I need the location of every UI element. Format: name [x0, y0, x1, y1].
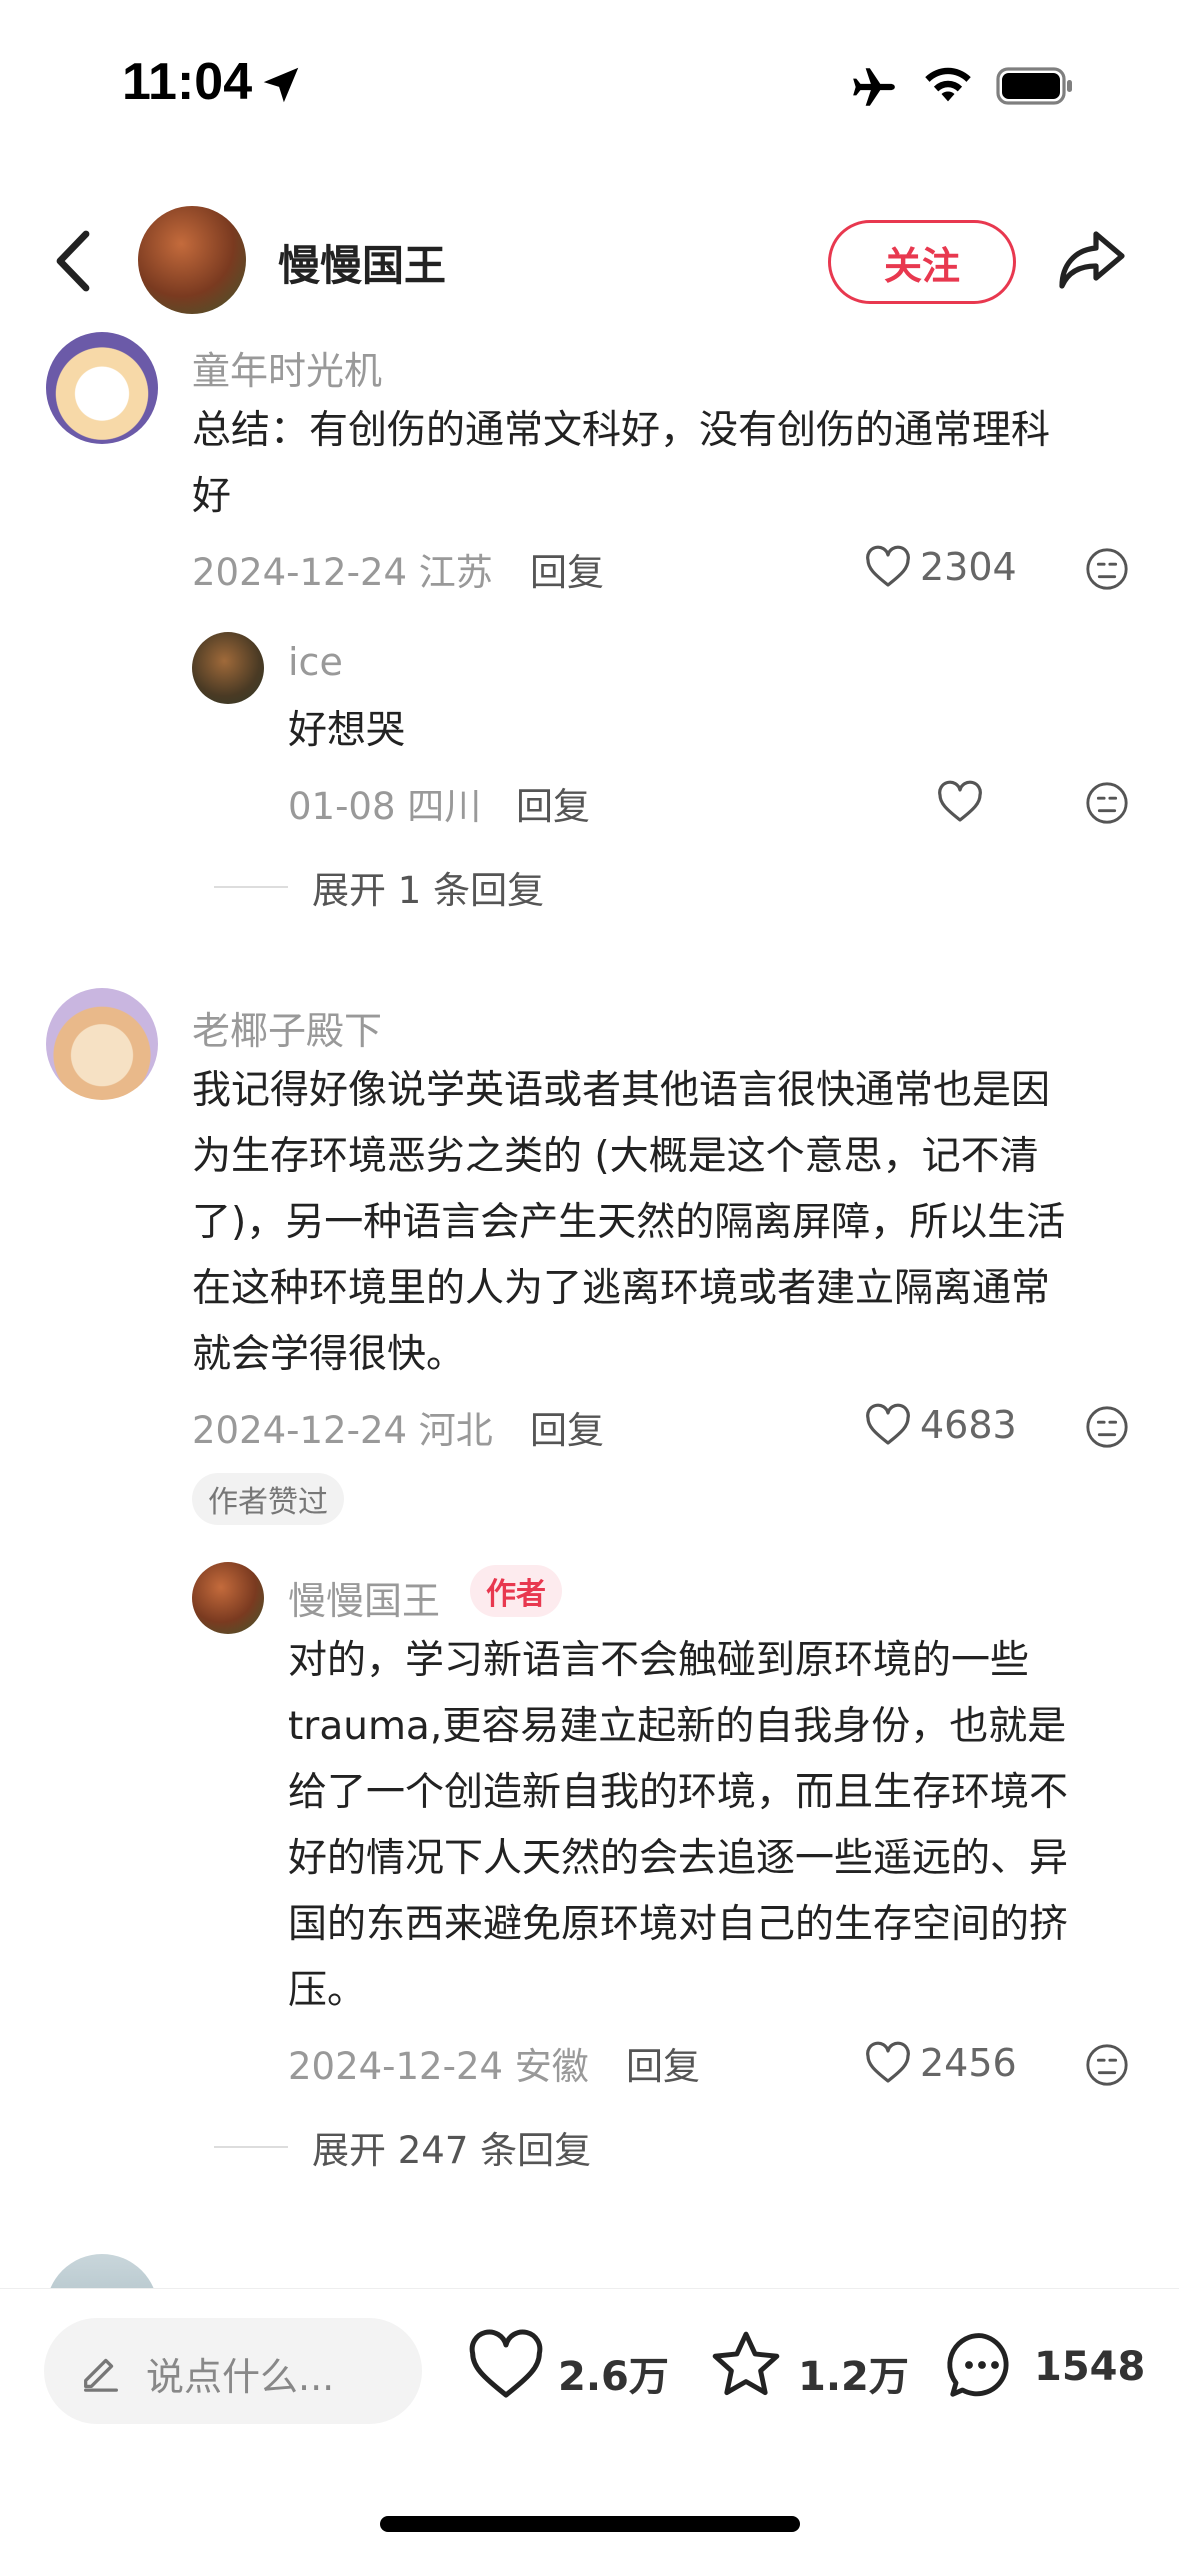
battery-icon [996, 67, 1072, 105]
follow-button[interactable]: 关注 [828, 220, 1016, 304]
replier-name[interactable]: ice [288, 640, 343, 684]
reply-text-line: trauma,更容易建立起新的自我身份，也就是 [288, 1704, 1067, 1749]
heart-icon[interactable] [936, 780, 984, 824]
status-time: 11:04 [122, 53, 253, 111]
pencil-icon [84, 2358, 118, 2392]
airplane-icon [853, 68, 895, 106]
dislike-face-icon[interactable] [1084, 1404, 1130, 1450]
like-count: 2456 [920, 2041, 1017, 2085]
author-tag: 作者 [470, 1565, 562, 1617]
note-collect-count[interactable]: 1.2万 [798, 2344, 909, 2402]
like-button[interactable]: 2456 [864, 2041, 1017, 2085]
reply-button[interactable]: 回复 [516, 776, 590, 830]
commenter-avatar[interactable] [46, 988, 158, 1100]
like-heart-icon[interactable] [466, 2328, 546, 2402]
comment-text-line: 好 [192, 474, 232, 519]
wifi-icon [925, 67, 971, 102]
reply-text-line: 好的情况下人天然的会去追逐一些遥远的、异 [288, 1836, 1069, 1881]
commenter-name[interactable]: 童年时光机 [192, 340, 382, 395]
expand-replies-button[interactable]: 展开 247 条回复 [214, 2120, 591, 2174]
like-button[interactable]: 4683 [864, 1403, 1017, 1447]
replier-avatar[interactable] [192, 632, 264, 704]
replier-avatar[interactable] [192, 1562, 264, 1634]
reply-button[interactable]: 回复 [530, 1400, 604, 1454]
reply-text-line: 对的，学习新语言不会触碰到原环境的一些 [288, 1638, 1030, 1683]
author-liked-badge: 作者赞过 [192, 1473, 344, 1525]
dislike-face-icon[interactable] [1084, 780, 1130, 826]
location-arrow-icon [263, 67, 299, 103]
heart-icon [866, 1403, 910, 1445]
comment-text-line: 我记得好像说学英语或者其他语言很快通常也是因 [192, 1068, 1051, 1113]
dislike-face-icon[interactable] [1084, 2042, 1130, 2088]
comment-input-placeholder[interactable]: 说点什么... [146, 2346, 334, 2401]
like-count: 4683 [920, 1403, 1017, 1447]
comment-text-line: 在这种环境里的人为了逃离环境或者建立隔离通常 [192, 1266, 1051, 1311]
like-button[interactable]: 2304 [864, 545, 1017, 589]
comment-text-line: 总结：有创伤的通常文科好，没有创伤的通常理科 [192, 408, 1051, 453]
reply-text: 好想哭 [288, 708, 406, 753]
reply-text-line: 国的东西来避免原环境对自己的生存空间的挤 [288, 1902, 1069, 1947]
comment-text-line: 为生存环境恶劣之类的 (大概是这个意思，记不清 [192, 1134, 1039, 1179]
reply-date-location: 2024-12-24 安徽 [288, 2045, 589, 2088]
home-indicator[interactable] [380, 2516, 800, 2532]
note-detail-page: 11:04 慢慢国王 关注 童年时光机 总结：有创伤的通常文科好，没有创伤的通常… [0, 0, 1179, 2556]
share-icon[interactable] [1056, 226, 1128, 292]
reply-button[interactable]: 回复 [626, 2036, 700, 2090]
commenter-name[interactable]: 老椰子殿下 [192, 1000, 382, 1055]
comment-text-line: 就会学得很快。 [192, 1332, 466, 1377]
reply-text-line: 压。 [288, 1968, 367, 2013]
back-chevron-icon[interactable] [50, 228, 94, 294]
reply-button[interactable]: 回复 [530, 542, 604, 596]
heart-icon [866, 545, 910, 587]
reply-date-location: 01-08 四川 [288, 785, 482, 828]
comment-date-location: 2024-12-24 河北 [192, 1409, 493, 1452]
note-like-count[interactable]: 2.6万 [558, 2344, 669, 2402]
comment-text-line: 了)，另一种语言会产生天然的隔离屏障，所以生活 [192, 1200, 1066, 1245]
comment-date-location: 2024-12-24 江苏 [192, 551, 493, 594]
expand-replies-label: 展开 247 条回复 [312, 2129, 592, 2172]
note-comment-count[interactable]: 1548 [1034, 2344, 1145, 2390]
comment-bubble-icon[interactable] [942, 2326, 1022, 2404]
commenter-avatar[interactable] [46, 332, 158, 444]
expand-replies-button[interactable]: 展开 1 条回复 [214, 860, 544, 914]
status-bar: 11:04 [0, 0, 1179, 175]
replier-name[interactable]: 慢慢国王 [288, 1570, 440, 1625]
heart-icon [866, 2041, 910, 2083]
author-name[interactable]: 慢慢国王 [278, 232, 446, 293]
dislike-face-icon[interactable] [1084, 546, 1130, 592]
expand-divider [214, 2146, 288, 2148]
like-count: 2304 [920, 545, 1017, 589]
reply-text-line: 给了一个创造新自我的环境，而且生存环境不 [288, 1770, 1069, 1815]
expand-divider [214, 886, 288, 888]
author-avatar[interactable] [138, 206, 246, 314]
expand-replies-label: 展开 1 条回复 [312, 869, 545, 912]
star-icon[interactable] [706, 2326, 786, 2404]
